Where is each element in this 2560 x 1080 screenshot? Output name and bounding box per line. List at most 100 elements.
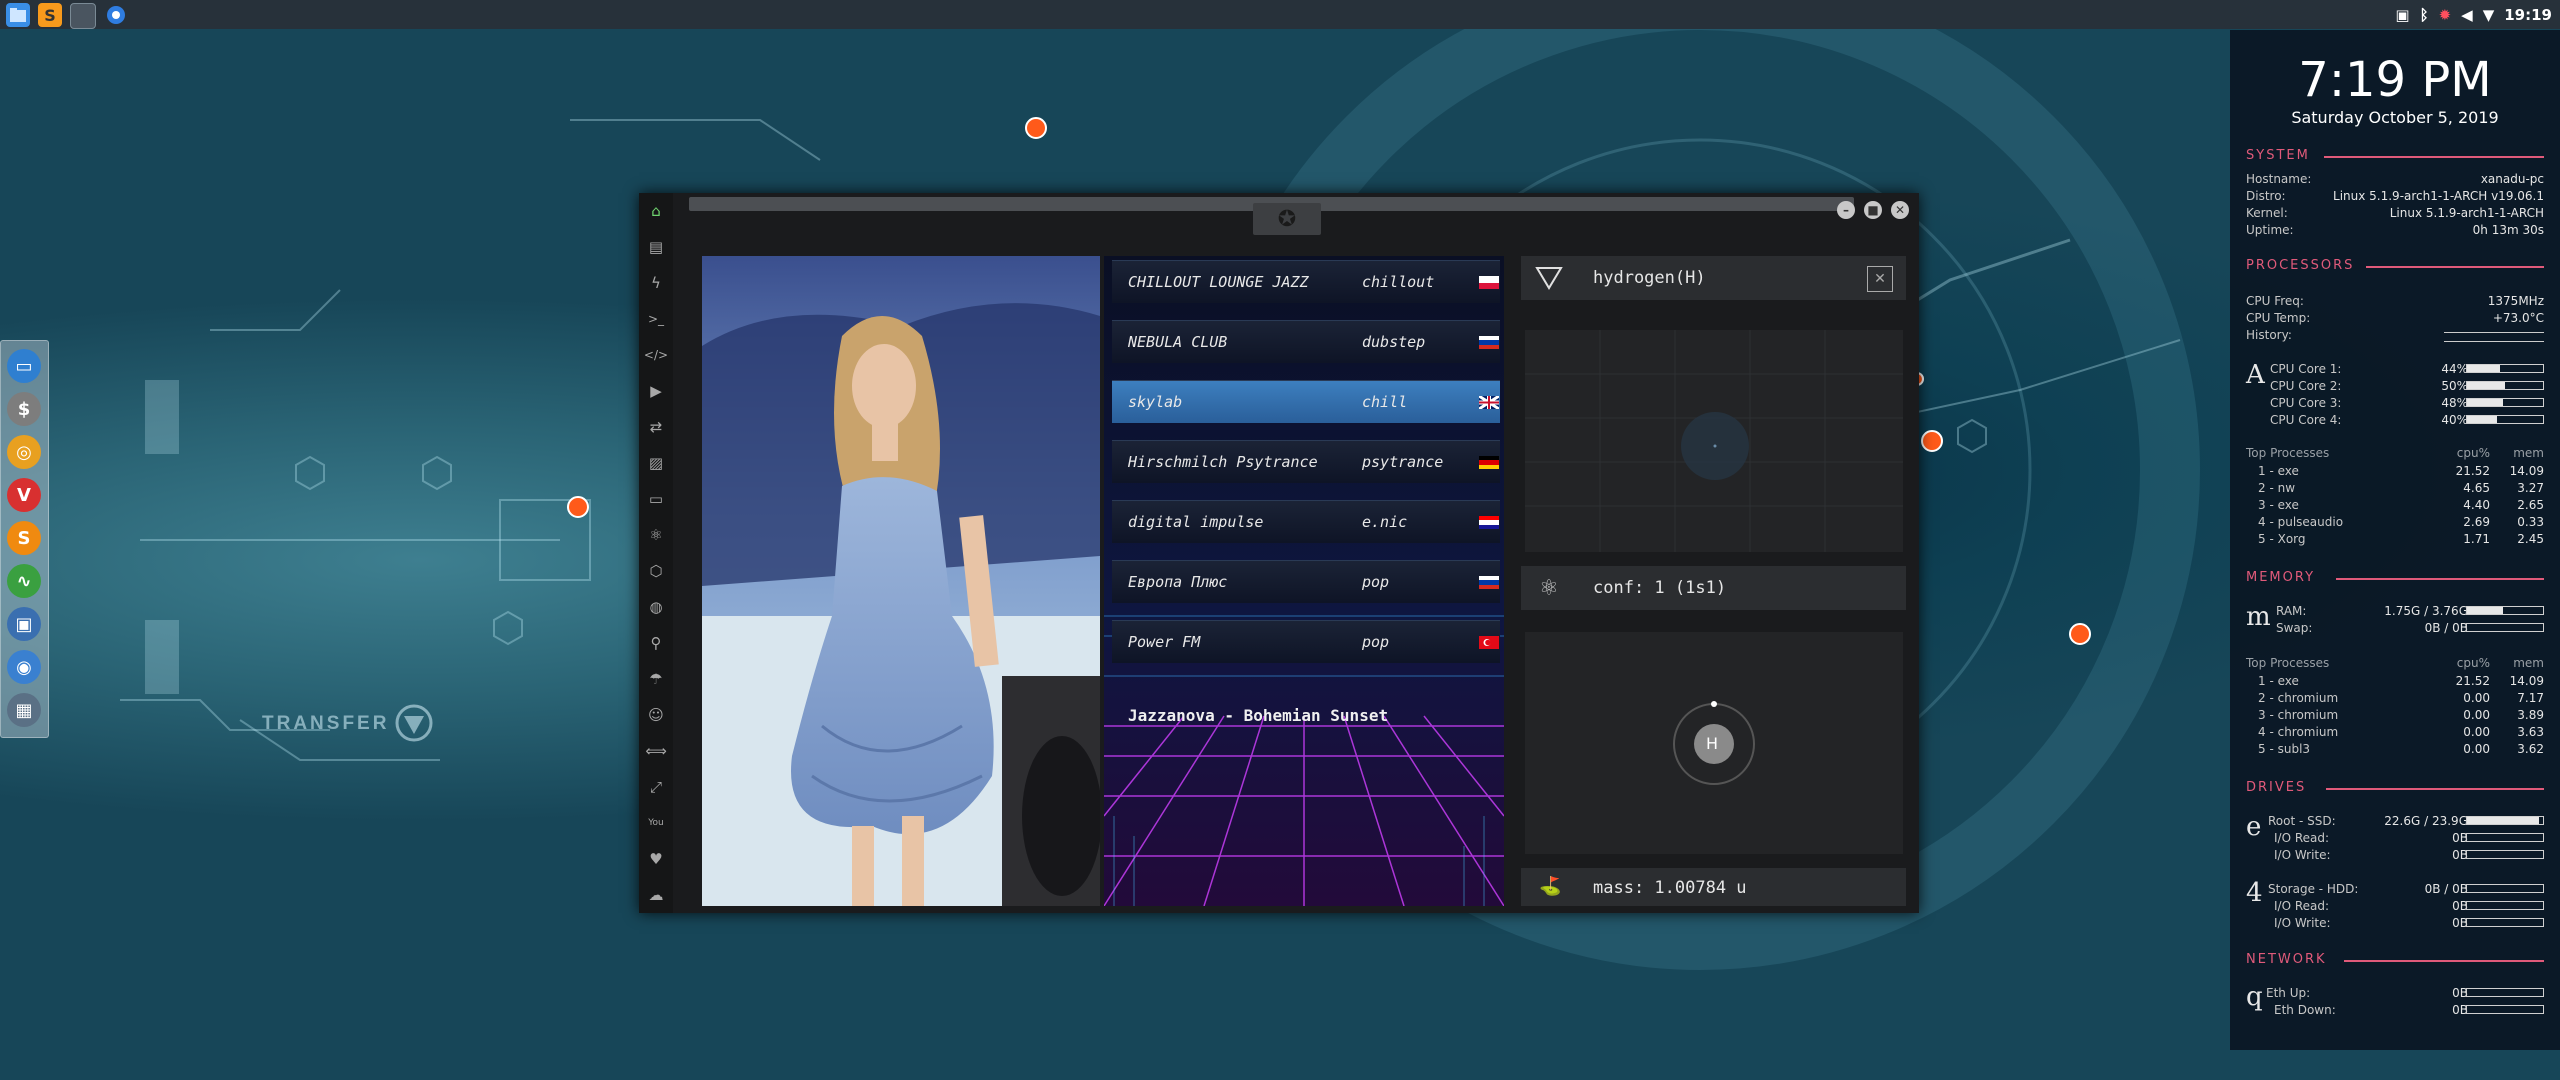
turkey-flag-icon <box>1479 636 1499 649</box>
process-mem: 2.65 <box>2517 498 2544 512</box>
top-taskbar: S ▣ ᛒ ✹ ◀ ▼ 19:19 <box>0 0 2560 29</box>
process-name: 4 - chromium <box>2258 725 2339 739</box>
file-transfer-icon[interactable]: ⇄ <box>646 417 666 437</box>
bar-fill <box>2467 382 2505 389</box>
search-icon[interactable]: ⚲ <box>646 633 666 653</box>
update-icon[interactable]: ✹ <box>2439 6 2452 24</box>
cpu-history-label: History: <box>2246 328 2292 342</box>
home-icon[interactable]: ⌂ <box>646 201 666 221</box>
station-row-selected[interactable]: skylab chill <box>1112 380 1500 423</box>
station-genre: chillout <box>1362 273 1435 291</box>
screenshot-icon[interactable]: ▣ <box>2395 6 2409 24</box>
activity-monitor-icon[interactable]: ∿ <box>7 564 41 598</box>
heart-icon[interactable]: ♥ <box>646 849 666 869</box>
wifi-icon[interactable]: ▼ <box>2483 6 2495 24</box>
ram-usage-bar <box>2466 606 2544 615</box>
cpu-history-graph <box>2444 332 2544 342</box>
volume-icon[interactable]: ◀ <box>2461 6 2473 24</box>
globe-icon[interactable]: ◍ <box>646 597 666 617</box>
lightning-icon[interactable]: ϟ <box>646 273 666 293</box>
process-cpu: 4.40 <box>2463 498 2490 512</box>
swap-value: 0B / 0B <box>2424 621 2468 635</box>
core-label: CPU Core 3: <box>2270 396 2342 410</box>
croatia-flag-icon <box>1479 516 1499 529</box>
ram-label: RAM: <box>2276 604 2307 618</box>
chromium-icon[interactable] <box>104 3 128 27</box>
process-cpu: 0.00 <box>2463 742 2490 756</box>
process-name: 3 - chromium <box>2258 708 2339 722</box>
close-element-icon[interactable]: ✕ <box>1867 266 1893 292</box>
play-icon[interactable]: ▶ <box>646 381 666 401</box>
umbrella-icon[interactable]: ☂ <box>646 669 666 689</box>
hexagon-icon[interactable]: ⬡ <box>646 561 666 581</box>
youtube-icon[interactable]: You <box>646 813 666 833</box>
top-processes-title: Top Processes <box>2246 446 2330 460</box>
core-usage-bar <box>2466 415 2544 424</box>
core-label: CPU Core 1: <box>2270 362 2342 376</box>
ram-value: 1.75G / 3.76G <box>2384 604 2468 618</box>
station-row[interactable]: Power FM pop <box>1112 620 1500 663</box>
chromium-icon[interactable]: ◉ <box>7 650 41 684</box>
kernel-value: Linux 5.1.9-arch1-1-ARCH <box>2389 206 2544 220</box>
vivaldi-icon[interactable]: V <box>7 478 41 512</box>
process-mem: 2.45 <box>2517 532 2544 546</box>
section-divider <box>2326 788 2544 790</box>
bar-fill <box>2467 365 2501 372</box>
sublime-text-icon[interactable]: S <box>7 521 41 555</box>
electron-config-header: ⚛ conf: 1 (1s1) <box>1521 566 1906 610</box>
col-mem-header: mem <box>2513 656 2544 670</box>
core-value: 40% <box>2441 413 2468 427</box>
bluetooth-icon[interactable]: ᛒ <box>2420 6 2429 24</box>
code-icon[interactable]: </> <box>644 345 668 365</box>
maximize-button[interactable]: ■ <box>1864 201 1882 219</box>
section-divider <box>2336 578 2544 580</box>
root-drive-glyph-icon: e <box>2246 812 2262 842</box>
id-card-icon[interactable]: ▭ <box>646 489 666 509</box>
station-row[interactable]: NEBULA CLUB dubstep <box>1112 320 1500 363</box>
map-pin-icon: ⛳ <box>1539 876 1562 897</box>
close-button[interactable]: ✕ <box>1891 201 1909 219</box>
swap-label: Swap: <box>2276 621 2313 635</box>
bar-fill <box>2467 607 2503 614</box>
money-icon[interactable]: $ <box>7 392 41 426</box>
terminal-icon[interactable] <box>70 3 96 29</box>
file-manager-icon[interactable] <box>6 3 30 27</box>
section-divider <box>2344 960 2544 962</box>
transfer-label: TRANSFER <box>262 713 389 734</box>
element-mass-header: ⛳ mass: 1.00784 u <box>1521 868 1906 906</box>
io-write-label: I/O Write: <box>2274 848 2331 862</box>
io-write-label: I/O Write: <box>2274 916 2331 930</box>
station-row[interactable]: Европа Плюс pop <box>1112 560 1500 603</box>
file-manager-icon[interactable]: ▭ <box>7 349 41 383</box>
minimize-button[interactable]: – <box>1837 201 1855 219</box>
contact-icon[interactable]: ☺ <box>646 705 666 725</box>
station-row[interactable]: Hirschmilch Psytrance psytrance <box>1112 440 1500 483</box>
element-viewer[interactable] <box>1525 330 1903 552</box>
taskbar-clock[interactable]: 19:19 <box>2504 6 2552 24</box>
expand-icon[interactable]: ⤢ <box>646 777 666 797</box>
image-icon[interactable]: ▨ <box>646 453 666 473</box>
eth-up-label: Eth Up: <box>2266 986 2311 1000</box>
exchange-icon[interactable]: ⟺ <box>645 741 667 761</box>
station-row[interactable]: CHILLOUT LOUNGE JAZZ chillout <box>1112 260 1500 303</box>
atom-icon[interactable]: ⚛ <box>646 525 666 545</box>
distro-value: Linux 5.1.9-arch1-1-ARCH v19.06.1 <box>2333 189 2544 203</box>
terminal-icon[interactable]: >_ <box>646 309 666 329</box>
station-row[interactable]: digital impulse e.nic <box>1112 500 1500 543</box>
station-list: CHILLOUT LOUNGE JAZZ chillout NEBULA CLU… <box>1104 256 1504 906</box>
core-label: CPU Core 2: <box>2270 379 2342 393</box>
document-icon[interactable]: ▤ <box>646 237 666 257</box>
bohr-model: H <box>1525 632 1903 854</box>
element-name: hydrogen(H) <box>1593 268 1706 288</box>
screen-icon[interactable]: ▣ <box>7 607 41 641</box>
grid-icon[interactable]: ▦ <box>7 693 41 727</box>
io-read-bar <box>2466 901 2544 910</box>
bar-fill <box>2467 817 2540 824</box>
cloud-icon[interactable]: ☁ <box>646 885 666 905</box>
sublime-text-icon[interactable]: S <box>38 3 62 27</box>
ubuntu-icon[interactable]: ◎ <box>7 435 41 469</box>
process-cpu: 0.00 <box>2463 708 2490 722</box>
conky-system-monitor: 7:19 PM Saturday October 5, 2019 SYSTEM … <box>2230 30 2560 1050</box>
station-genre: dubstep <box>1362 333 1426 351</box>
process-name: 2 - chromium <box>2258 691 2339 705</box>
